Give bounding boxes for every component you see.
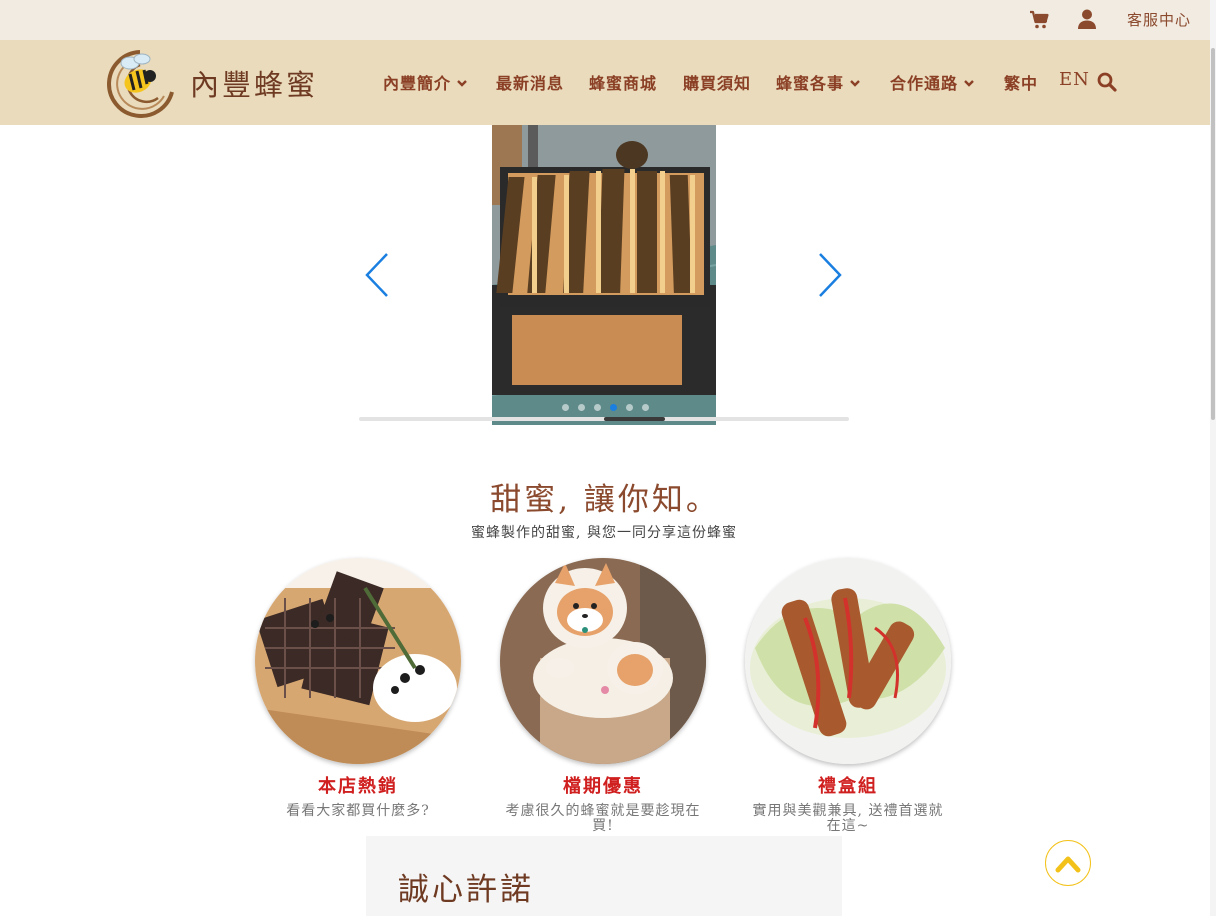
nav-item-about[interactable]: 內豐簡介 xyxy=(383,70,467,94)
feature-title[interactable]: 禮盒組 xyxy=(733,772,963,798)
nav-item-label: 合作通路 xyxy=(890,74,959,93)
chevron-left-icon[interactable] xyxy=(364,252,390,298)
brand-name[interactable]: 內豐蜂蜜 xyxy=(190,62,318,104)
scrollbar-thumb[interactable] xyxy=(1211,48,1215,420)
feature-description: 實用與美觀兼具, 送禮首選就在這~ xyxy=(752,803,944,834)
carousel-dot[interactable] xyxy=(610,404,617,411)
feature-title[interactable]: 檔期優惠 xyxy=(488,772,718,798)
nav-item-lang-zh[interactable]: 繁中 xyxy=(1004,70,1038,94)
feature-title[interactable]: 本店熱銷 xyxy=(243,772,473,798)
customer-service-link[interactable]: 客服中心 xyxy=(1127,9,1191,30)
feature-description: 看看大家都買什麼多? xyxy=(286,803,430,819)
nav-item-label: 購買須知 xyxy=(683,74,752,93)
shopping-cart-icon[interactable] xyxy=(1029,10,1049,30)
nav-item-label: 繁中 xyxy=(1004,74,1039,93)
section-title: 甜蜜, 讓你知。 xyxy=(490,482,720,518)
feature-description: 考慮很久的蜂蜜就是要趁現在買! xyxy=(505,803,701,834)
chevron-down-icon xyxy=(964,80,974,87)
waffle-photo xyxy=(255,558,461,764)
main-navbar: 內豐蜂蜜 內豐簡介 最新消息 蜂蜜商城 購買須知 蜂蜜各事 合作通路 繁中 EN xyxy=(0,40,1210,125)
feature-gift-sets[interactable]: 禮盒組 實用與美觀兼具, 送禮首選就在這~ xyxy=(733,558,963,834)
bee-logo-icon[interactable] xyxy=(100,46,180,120)
carousel-pagination xyxy=(562,404,652,412)
section-subtitle: 蜜蜂製作的甜蜜, 與您一同分享這份蜂蜜 xyxy=(471,525,737,541)
carousel-dot[interactable] xyxy=(594,404,601,411)
nav-item-label: 蜂蜜各事 xyxy=(776,74,845,93)
feature-image[interactable] xyxy=(500,558,706,764)
feature-limited-offers[interactable]: 檔期優惠 考慮很久的蜂蜜就是要趁現在買! xyxy=(488,558,718,834)
feature-image[interactable] xyxy=(255,558,461,764)
nav-item-label: 內豐簡介 xyxy=(383,74,452,93)
chevron-up-icon xyxy=(1055,856,1081,873)
nav-item-partners[interactable]: 合作通路 xyxy=(890,70,974,94)
nav-item-lang-en[interactable]: EN xyxy=(1059,69,1090,90)
latte-art-photo xyxy=(500,558,706,764)
chevron-right-icon[interactable] xyxy=(817,252,843,298)
nav-item-shop[interactable]: 蜂蜜商城 xyxy=(589,70,657,94)
nav-item-label: EN xyxy=(1059,69,1090,90)
nav-item-purchase-info[interactable]: 購買須知 xyxy=(683,70,751,94)
promise-section: 誠心許諾 xyxy=(366,836,842,916)
nav-item-honey-matters[interactable]: 蜂蜜各事 xyxy=(776,70,860,94)
beehive-frames-photo xyxy=(492,125,716,425)
carousel-slide-image xyxy=(492,125,716,425)
back-to-top-button[interactable] xyxy=(1045,840,1091,886)
promise-title: 誠心許諾 xyxy=(398,872,534,908)
chevron-down-icon xyxy=(457,80,467,87)
carousel-progress-fill xyxy=(604,417,665,421)
carousel-dot[interactable] xyxy=(562,404,569,411)
chevron-down-icon xyxy=(850,80,860,87)
carousel-dot[interactable] xyxy=(626,404,633,411)
nav-item-label: 蜂蜜商城 xyxy=(589,74,658,93)
nav-item-news[interactable]: 最新消息 xyxy=(496,70,564,94)
search-icon[interactable] xyxy=(1097,72,1117,92)
carousel-dot[interactable] xyxy=(578,404,585,411)
user-icon[interactable] xyxy=(1078,9,1096,29)
feature-best-sellers[interactable]: 本店熱銷 看看大家都買什麼多? xyxy=(243,558,473,819)
top-utility-bar: 客服中心 xyxy=(0,0,1210,40)
nav-item-label: 最新消息 xyxy=(496,74,565,93)
page-scrollbar[interactable] xyxy=(1210,0,1216,916)
carousel-dot[interactable] xyxy=(642,404,649,411)
fried-chicken-photo xyxy=(745,558,951,764)
feature-image[interactable] xyxy=(745,558,951,764)
